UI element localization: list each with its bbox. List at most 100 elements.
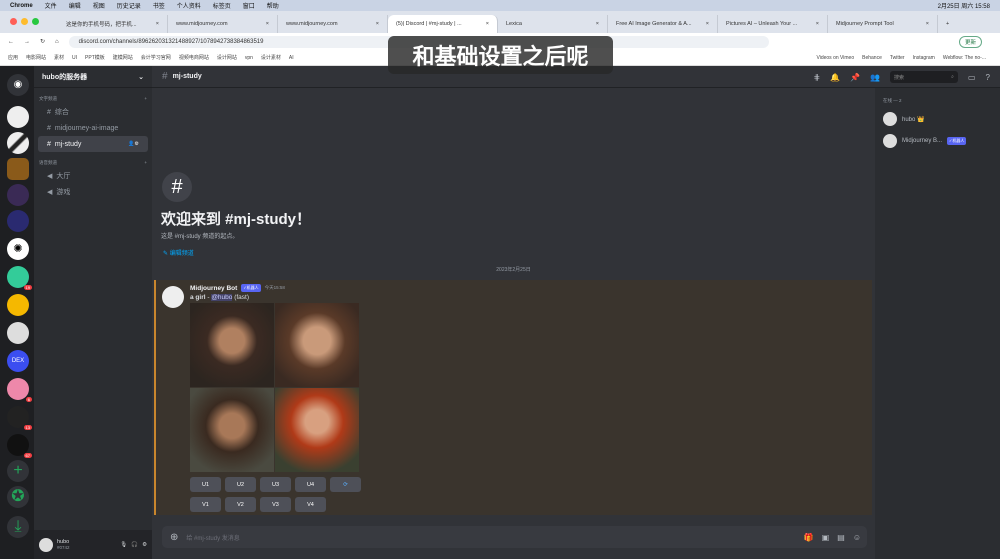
openai-server-icon[interactable]: ✺ bbox=[7, 238, 29, 260]
upscale-button-2[interactable]: U2 bbox=[225, 477, 256, 492]
browser-tab-active[interactable]: (5)| Discord | #mj-study | ...× bbox=[388, 15, 498, 33]
bookmark[interactable]: Webflow: The no-... bbox=[943, 55, 986, 61]
bookmark[interactable]: 设计素材 bbox=[261, 54, 281, 61]
browser-tab[interactable]: www.midjourney.com× bbox=[168, 15, 278, 33]
menu-profile[interactable]: 个人资料 bbox=[177, 1, 201, 10]
pin-icon[interactable]: 📌 bbox=[850, 73, 860, 82]
browser-tab[interactable]: www.midjourney.com× bbox=[278, 15, 388, 33]
variation-button-3[interactable]: V3 bbox=[260, 497, 291, 512]
forward-icon[interactable]: → bbox=[24, 39, 30, 45]
variation-button-1[interactable]: V1 bbox=[190, 497, 221, 512]
variation-button-4[interactable]: V4 bbox=[295, 497, 326, 512]
server-icon[interactable] bbox=[7, 106, 29, 128]
user-mention[interactable]: @hubo bbox=[211, 294, 232, 301]
back-icon[interactable]: ← bbox=[8, 39, 14, 45]
server-icon[interactable] bbox=[7, 132, 29, 154]
server-icon[interactable]: 6 bbox=[7, 378, 29, 400]
server-icon[interactable]: DEX bbox=[7, 350, 29, 372]
category-text[interactable]: 文字频道+ bbox=[34, 88, 152, 104]
discord-home-icon[interactable]: ◉ bbox=[7, 74, 29, 96]
upscale-button-3[interactable]: U3 bbox=[260, 477, 291, 492]
generated-image-1[interactable] bbox=[190, 303, 274, 387]
bookmark[interactable]: 会计学习官网 bbox=[141, 54, 171, 61]
upscale-button-4[interactable]: U4 bbox=[295, 477, 326, 492]
bookmark[interactable]: vpn bbox=[245, 55, 253, 61]
bookmark[interactable]: 电影网站 bbox=[26, 54, 46, 61]
inbox-icon[interactable]: ▭ bbox=[968, 73, 976, 82]
help-icon[interactable]: ? bbox=[986, 73, 990, 82]
bell-icon[interactable]: 🔔 bbox=[830, 73, 840, 82]
home-icon[interactable]: ⌂ bbox=[55, 39, 59, 45]
window-controls[interactable] bbox=[10, 18, 39, 25]
channel-general[interactable]: #综合 bbox=[38, 104, 148, 120]
menu-window[interactable]: 窗口 bbox=[243, 1, 255, 10]
edit-channel-link[interactable]: ✎ 编辑频道 bbox=[163, 248, 194, 257]
threads-icon[interactable]: ⋕ bbox=[813, 73, 820, 82]
member-item[interactable]: Midjourney B...✓机器人 bbox=[883, 130, 992, 152]
bookmark[interactable]: Behance bbox=[862, 55, 882, 61]
bookmark[interactable]: Videos on Vimeo bbox=[816, 55, 854, 61]
bot-avatar[interactable] bbox=[162, 286, 184, 308]
channel-midjourney-ai-image[interactable]: #midjourney-ai-image bbox=[38, 120, 148, 136]
channel-mj-study[interactable]: #mj-study👤⚙ bbox=[38, 136, 148, 152]
download-icon[interactable]: ⤓ bbox=[7, 516, 29, 538]
sticker-icon[interactable]: ▤ bbox=[837, 533, 845, 542]
generated-image-3[interactable] bbox=[190, 388, 274, 472]
message-author[interactable]: Midjourney Bot bbox=[190, 285, 237, 292]
server-icon[interactable]: 13 bbox=[7, 406, 29, 428]
server-icon[interactable]: 67 bbox=[7, 434, 29, 456]
server-icon[interactable]: 19 bbox=[7, 266, 29, 288]
members-icon[interactable]: 👥 bbox=[870, 73, 880, 82]
server-icon[interactable] bbox=[7, 158, 29, 180]
bookmark[interactable]: 建模网站 bbox=[113, 54, 133, 61]
browser-tab[interactable]: 这是你的手机号码，把手机...× bbox=[58, 15, 168, 33]
server-name-header[interactable]: hubo的服务器⌄ bbox=[34, 66, 152, 88]
menu-edit[interactable]: 编辑 bbox=[69, 1, 81, 10]
reroll-icon[interactable]: ⟳ bbox=[330, 477, 361, 492]
menu-help[interactable]: 帮助 bbox=[267, 1, 279, 10]
add-server-icon[interactable]: + bbox=[7, 460, 29, 482]
search-input[interactable]: 搜索⌕ bbox=[890, 71, 958, 83]
avatar[interactable] bbox=[39, 538, 53, 552]
message-input[interactable]: ⊕ 给 #mj-study 发消息 🎁▣▤☺ bbox=[162, 526, 867, 548]
upscale-button-1[interactable]: U1 bbox=[190, 477, 221, 492]
explore-icon[interactable]: ✪ bbox=[7, 486, 29, 508]
emoji-icon[interactable]: ☺ bbox=[853, 533, 861, 542]
menu-chrome[interactable]: Chrome bbox=[10, 3, 33, 9]
gift-icon[interactable]: 🎁 bbox=[804, 533, 814, 542]
mute-mic-icon[interactable]: 🎙 bbox=[120, 542, 127, 548]
voice-channel-game[interactable]: ◀游戏 bbox=[38, 184, 148, 200]
bookmark[interactable]: 设计网站 bbox=[217, 54, 237, 61]
voice-channel-lobby[interactable]: ◀大厅 bbox=[38, 168, 148, 184]
browser-tab[interactable]: Midjourney Prompt Tool× bbox=[828, 15, 938, 33]
menu-tabs[interactable]: 标签页 bbox=[213, 1, 231, 10]
server-icon[interactable] bbox=[7, 184, 29, 206]
headphones-icon[interactable]: 🎧 bbox=[131, 542, 138, 548]
menu-history[interactable]: 历史记录 bbox=[117, 1, 141, 10]
bookmark[interactable]: AI bbox=[289, 55, 294, 61]
bookmark[interactable]: 素材 bbox=[54, 54, 64, 61]
menu-view[interactable]: 视图 bbox=[93, 1, 105, 10]
server-icon[interactable] bbox=[7, 294, 29, 316]
server-icon[interactable] bbox=[7, 210, 29, 232]
menu-file[interactable]: 文件 bbox=[45, 1, 57, 10]
generated-image-2[interactable] bbox=[275, 303, 359, 387]
browser-tab[interactable]: Pictures AI – Unleash Your ...× bbox=[718, 15, 828, 33]
server-icon[interactable] bbox=[7, 322, 29, 344]
variation-button-2[interactable]: V2 bbox=[225, 497, 256, 512]
browser-tab[interactable]: Lexica× bbox=[498, 15, 608, 33]
bookmark[interactable]: PPT模板 bbox=[85, 54, 105, 61]
bookmark[interactable]: 应用 bbox=[8, 54, 18, 61]
generated-image-4[interactable] bbox=[275, 388, 359, 472]
reload-icon[interactable]: ↻ bbox=[40, 38, 45, 45]
gif-icon[interactable]: ▣ bbox=[822, 533, 830, 542]
bookmark[interactable]: Twitter bbox=[890, 55, 905, 61]
new-tab-button[interactable]: + bbox=[938, 15, 958, 33]
bookmark[interactable]: UI bbox=[72, 55, 77, 61]
gear-icon[interactable]: ⚙ bbox=[142, 542, 147, 548]
add-attachment-icon[interactable]: ⊕ bbox=[170, 532, 178, 543]
bookmark[interactable]: Instagram bbox=[913, 55, 935, 61]
browser-tab[interactable]: Free AI Image Generator & A...× bbox=[608, 15, 718, 33]
profile-button[interactable]: 更新 bbox=[959, 36, 982, 48]
member-item[interactable]: hubo 👑 bbox=[883, 108, 992, 130]
